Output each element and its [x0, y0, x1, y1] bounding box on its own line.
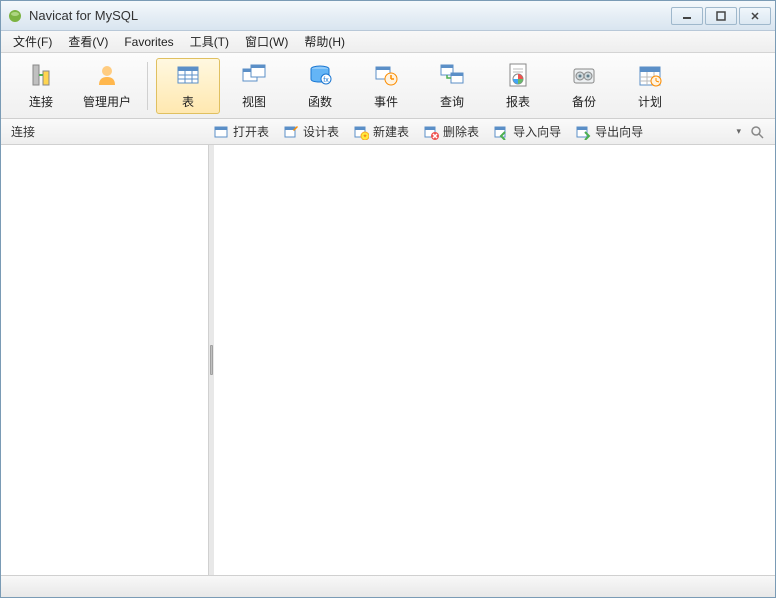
content-area [1, 145, 775, 575]
report-icon [502, 61, 534, 89]
svg-text:fx: fx [323, 77, 329, 84]
toolbar-schedule-label: 计划 [638, 93, 662, 110]
toolbar-event[interactable]: 事件 [354, 58, 418, 114]
design-table-button[interactable]: 设计表 [277, 121, 345, 142]
menu-window[interactable]: 窗口(W) [237, 31, 296, 52]
splitter-handle-icon [210, 345, 213, 375]
svg-text:✦: ✦ [363, 133, 368, 140]
toolbar-function-label: 函数 [308, 93, 332, 110]
menu-view[interactable]: 查看(V) [60, 31, 116, 52]
menu-favorites[interactable]: Favorites [116, 33, 181, 51]
overflow-dropdown[interactable]: ▾ [736, 126, 741, 137]
delete-table-icon [423, 124, 439, 140]
export-wizard-button[interactable]: 导出向导 [569, 121, 649, 142]
open-table-label: 打开表 [233, 123, 269, 140]
schedule-icon [634, 61, 666, 89]
toolbar-backup[interactable]: 备份 [552, 58, 616, 114]
open-table-icon [213, 124, 229, 140]
delete-table-label: 删除表 [443, 123, 479, 140]
toolbar-report-label: 报表 [506, 93, 530, 110]
titlebar: Navicat for MySQL [1, 1, 775, 31]
sub-toolbar: 连接 打开表 设计表 ✦ 新建表 删除表 导入向导 [1, 119, 775, 145]
toolbar-table[interactable]: 表 [156, 58, 220, 114]
toolbar-connect-label: 连接 [29, 93, 53, 110]
app-window: Navicat for MySQL 文件(F) 查看(V) Favorites … [0, 0, 776, 598]
export-wizard-label: 导出向导 [595, 123, 643, 140]
delete-table-button[interactable]: 删除表 [417, 121, 485, 142]
export-icon [575, 124, 591, 140]
minimize-button[interactable] [671, 7, 703, 25]
connect-icon [25, 61, 57, 89]
main-panel [214, 145, 775, 575]
toolbar-view-label: 视图 [242, 93, 266, 110]
design-table-icon [283, 124, 299, 140]
sub-toolbar-actions: 打开表 设计表 ✦ 新建表 删除表 导入向导 导出向导 [207, 121, 736, 142]
app-icon [7, 8, 23, 24]
main-toolbar: 连接 管理用户 表 视图 fx 函数 [1, 53, 775, 119]
window-controls [671, 7, 771, 25]
toolbar-query-label: 查询 [440, 93, 464, 110]
toolbar-schedule[interactable]: 计划 [618, 58, 682, 114]
open-table-button[interactable]: 打开表 [207, 121, 275, 142]
design-table-label: 设计表 [303, 123, 339, 140]
new-table-icon: ✦ [353, 124, 369, 140]
import-wizard-button[interactable]: 导入向导 [487, 121, 567, 142]
toolbar-table-label: 表 [182, 93, 194, 110]
backup-icon [568, 61, 600, 89]
view-icon [238, 61, 270, 89]
toolbar-separator [147, 62, 148, 110]
statusbar [1, 575, 775, 597]
window-title: Navicat for MySQL [29, 8, 671, 23]
table-icon [172, 61, 204, 89]
close-button[interactable] [739, 7, 771, 25]
import-icon [493, 124, 509, 140]
toolbar-report[interactable]: 报表 [486, 58, 550, 114]
toolbar-manage-user[interactable]: 管理用户 [75, 58, 139, 114]
event-icon [370, 61, 402, 89]
sub-toolbar-tail: ▾ [736, 124, 769, 140]
connection-tree[interactable] [1, 145, 209, 575]
import-wizard-label: 导入向导 [513, 123, 561, 140]
toolbar-backup-label: 备份 [572, 93, 596, 110]
search-button[interactable] [749, 124, 765, 140]
toolbar-function[interactable]: fx 函数 [288, 58, 352, 114]
toolbar-view[interactable]: 视图 [222, 58, 286, 114]
menu-help[interactable]: 帮助(H) [296, 31, 353, 52]
new-table-label: 新建表 [373, 123, 409, 140]
query-icon [436, 61, 468, 89]
user-icon [91, 61, 123, 89]
function-icon: fx [304, 61, 336, 89]
menubar: 文件(F) 查看(V) Favorites 工具(T) 窗口(W) 帮助(H) [1, 31, 775, 53]
sub-toolbar-label: 连接 [7, 123, 207, 140]
toolbar-manage-user-label: 管理用户 [83, 93, 131, 110]
toolbar-query[interactable]: 查询 [420, 58, 484, 114]
toolbar-connect[interactable]: 连接 [9, 58, 73, 114]
menu-file[interactable]: 文件(F) [5, 31, 60, 52]
new-table-button[interactable]: ✦ 新建表 [347, 121, 415, 142]
toolbar-event-label: 事件 [374, 93, 398, 110]
menu-tools[interactable]: 工具(T) [182, 31, 237, 52]
maximize-button[interactable] [705, 7, 737, 25]
